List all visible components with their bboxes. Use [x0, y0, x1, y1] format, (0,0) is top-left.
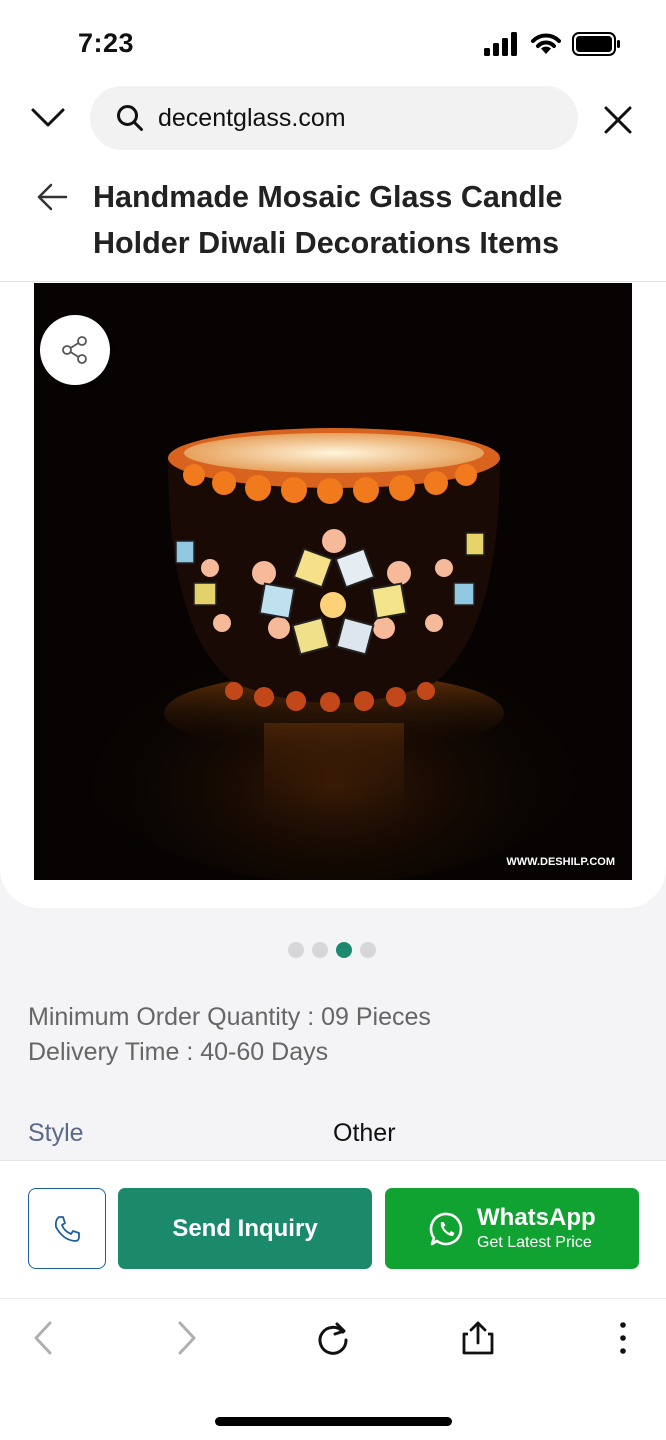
home-indicator	[215, 1417, 452, 1426]
carousel-dot[interactable]	[312, 942, 328, 958]
product-details: Minimum Order Quantity : 09 Pieces Deliv…	[28, 1000, 431, 1070]
share-page-icon[interactable]	[460, 1320, 496, 1356]
carousel-dot-active[interactable]	[336, 942, 352, 958]
send-inquiry-button[interactable]: Send Inquiry	[118, 1188, 372, 1269]
spec-label-style: Style	[28, 1119, 84, 1147]
product-image[interactable]: WWW.DESHILP.COM	[34, 283, 632, 880]
phone-icon	[54, 1215, 80, 1242]
search-icon	[117, 105, 143, 131]
more-options-icon[interactable]	[605, 1320, 641, 1356]
url-text: decentglass.com	[158, 103, 346, 132]
page-title: Handmade Mosaic Glass Candle Holder Diwa…	[93, 180, 563, 260]
status-icons	[484, 31, 622, 57]
back-icon[interactable]	[26, 1320, 62, 1356]
close-icon[interactable]	[602, 104, 634, 136]
image-watermark: WWW.DESHILP.COM	[506, 856, 615, 868]
carousel-dots	[288, 942, 376, 958]
share-button[interactable]	[40, 315, 110, 385]
carousel-dot[interactable]	[288, 942, 304, 958]
wifi-icon	[531, 33, 561, 54]
battery-icon	[572, 32, 620, 56]
carousel-dot[interactable]	[360, 942, 376, 958]
chevron-down-icon[interactable]	[30, 104, 66, 132]
min-order-text: Minimum Order Quantity : 09 Pieces	[28, 1003, 431, 1031]
call-button[interactable]	[28, 1188, 106, 1269]
spec-value-style: Other	[333, 1119, 396, 1147]
forward-icon[interactable]	[168, 1320, 204, 1356]
delivery-time-text: Delivery Time : 40-60 Days	[28, 1038, 329, 1066]
cellular-signal-icon	[484, 32, 517, 56]
url-bar[interactable]: decentglass.com	[90, 86, 578, 150]
reload-icon[interactable]	[315, 1320, 351, 1356]
share-icon	[62, 336, 87, 364]
whatsapp-subtitle: Get Latest Price	[477, 1233, 592, 1251]
back-arrow-icon[interactable]	[36, 182, 68, 212]
status-time: 7:23	[78, 28, 135, 58]
whatsapp-icon	[429, 1212, 463, 1245]
whatsapp-button[interactable]: WhatsApp Get Latest Price	[385, 1188, 639, 1269]
whatsapp-title: WhatsApp	[477, 1203, 596, 1231]
